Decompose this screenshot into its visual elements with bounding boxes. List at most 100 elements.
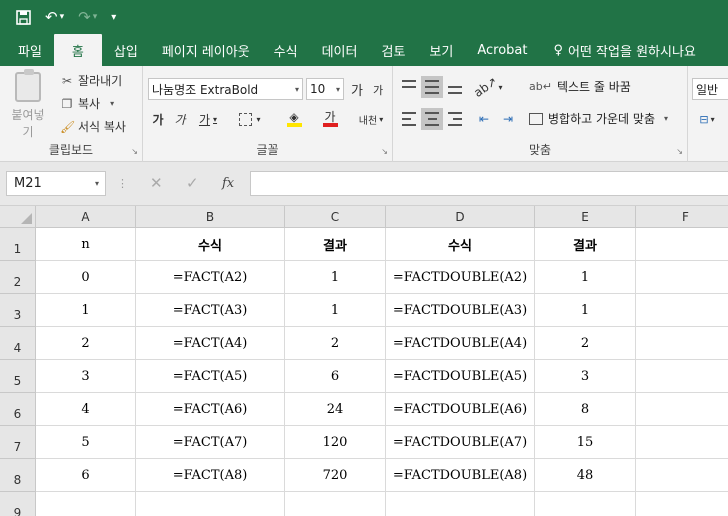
undo-icon[interactable]: ↶ ▾	[45, 8, 64, 26]
row-header[interactable]: 2	[0, 261, 36, 294]
cell[interactable]: =FACTDOUBLE(A5)	[386, 360, 535, 393]
format-painter-button[interactable]: 🖌 서식 복사	[60, 118, 126, 135]
number-format-select[interactable]: 일반	[692, 78, 728, 100]
row-header[interactable]: 3	[0, 294, 36, 327]
cell[interactable]: =FACT(A7)	[136, 426, 285, 459]
cancel-icon[interactable]: ✕	[150, 174, 163, 192]
fill-color-button[interactable]: ◈	[277, 108, 311, 130]
redo-icon[interactable]: ↷ ▾	[78, 8, 97, 26]
font-color-button[interactable]: 가	[313, 108, 347, 130]
row-header[interactable]: 9	[0, 492, 36, 516]
cell[interactable]	[636, 459, 728, 492]
cell[interactable]: =FACTDOUBLE(A3)	[386, 294, 535, 327]
cell[interactable]: 3	[36, 360, 136, 393]
tab-view[interactable]: 보기	[417, 34, 465, 66]
font-size-select[interactable]: 10 ▾	[306, 78, 344, 100]
cell[interactable]: 3	[535, 360, 636, 393]
align-left-button[interactable]	[398, 108, 420, 130]
cell[interactable]	[285, 492, 386, 516]
column-header-f[interactable]: F	[636, 206, 728, 228]
cell[interactable]: 2	[36, 327, 136, 360]
chevron-down-icon[interactable]: ▾	[110, 99, 114, 108]
tab-acrobat[interactable]: Acrobat	[465, 34, 539, 66]
italic-button[interactable]: 가	[170, 108, 190, 130]
cell[interactable]	[636, 327, 728, 360]
enter-icon[interactable]: ✓	[186, 174, 199, 192]
cell[interactable]: 1	[535, 294, 636, 327]
column-header-e[interactable]: E	[535, 206, 636, 228]
cell[interactable]: =FACT(A2)	[136, 261, 285, 294]
align-middle-button[interactable]	[421, 76, 443, 98]
tab-review[interactable]: 검토	[369, 34, 417, 66]
cell[interactable]: 120	[285, 426, 386, 459]
tell-me-search[interactable]: ♀ 어떤 작업을 원하시나요	[539, 34, 707, 66]
row-header[interactable]: 5	[0, 360, 36, 393]
cell[interactable]: =FACTDOUBLE(A7)	[386, 426, 535, 459]
name-box[interactable]: M21 ▾	[6, 171, 106, 196]
row-header[interactable]: 6	[0, 393, 36, 426]
cell[interactable]: 8	[535, 393, 636, 426]
tab-home[interactable]: 홈	[53, 34, 102, 66]
cell[interactable]: =FACT(A6)	[136, 393, 285, 426]
cell[interactable]	[535, 492, 636, 516]
paste-button[interactable]: 붙여넣기	[6, 69, 50, 140]
cell[interactable]: 48	[535, 459, 636, 492]
cell[interactable]	[636, 228, 728, 261]
tab-file[interactable]: 파일	[6, 34, 54, 66]
insert-function-icon[interactable]: fx	[222, 176, 234, 191]
align-top-button[interactable]	[398, 76, 420, 98]
cell[interactable]: 1	[36, 294, 136, 327]
cell[interactable]	[36, 492, 136, 516]
formula-bar-splitter[interactable]: ⋮	[117, 177, 128, 190]
formula-input[interactable]	[250, 171, 728, 196]
cell[interactable]	[636, 393, 728, 426]
cell[interactable]: 4	[36, 393, 136, 426]
tab-formulas[interactable]: 수식	[262, 34, 310, 66]
save-icon[interactable]	[16, 9, 31, 25]
cell[interactable]: n	[36, 228, 136, 261]
cell[interactable]: 1	[285, 261, 386, 294]
bold-button[interactable]: 가	[148, 108, 168, 130]
column-header-d[interactable]: D	[386, 206, 535, 228]
accounting-format-button[interactable]: ⊟ ▾	[692, 108, 722, 130]
row-header[interactable]: 7	[0, 426, 36, 459]
cell[interactable]: =FACTDOUBLE(A8)	[386, 459, 535, 492]
cell[interactable]: 24	[285, 393, 386, 426]
dialog-launcher-icon[interactable]: ↘	[381, 147, 388, 156]
chevron-down-icon[interactable]: ▾	[664, 114, 668, 123]
cell[interactable]: 수식	[386, 228, 535, 261]
cell[interactable]	[636, 360, 728, 393]
tab-insert[interactable]: 삽입	[102, 34, 150, 66]
orientation-button[interactable]: ab↗ ▾	[472, 74, 503, 100]
row-header[interactable]: 1	[0, 228, 36, 261]
cell[interactable]	[136, 492, 285, 516]
font-name-select[interactable]: 나눔명조 ExtraBold ▾	[148, 78, 303, 100]
align-center-button[interactable]	[421, 108, 443, 130]
merge-center-button[interactable]: 병합하고 가운데 맞춤 ▾	[529, 110, 668, 127]
cell[interactable]: =FACT(A3)	[136, 294, 285, 327]
cell[interactable]: =FACT(A4)	[136, 327, 285, 360]
column-header-c[interactable]: C	[285, 206, 386, 228]
cell[interactable]: 2	[285, 327, 386, 360]
cell[interactable]: 결과	[535, 228, 636, 261]
tab-data[interactable]: 데이터	[310, 34, 370, 66]
cell[interactable]: =FACTDOUBLE(A2)	[386, 261, 535, 294]
column-header-b[interactable]: B	[136, 206, 285, 228]
column-header-a[interactable]: A	[36, 206, 136, 228]
cell[interactable]: 6	[36, 459, 136, 492]
cell[interactable]	[636, 294, 728, 327]
cell[interactable]	[636, 426, 728, 459]
cell[interactable]: 0	[36, 261, 136, 294]
cut-button[interactable]: ✂ 잘라내기	[60, 72, 122, 89]
underline-button[interactable]: 가 ▾	[193, 108, 223, 130]
row-header[interactable]: 4	[0, 327, 36, 360]
cell[interactable]	[636, 261, 728, 294]
cell[interactable]	[636, 492, 728, 516]
customize-qat-icon[interactable]: ▾	[111, 12, 116, 23]
cell[interactable]: =FACT(A8)	[136, 459, 285, 492]
borders-button[interactable]: ▾	[233, 108, 267, 130]
grow-font-button[interactable]: 가	[348, 78, 366, 100]
increase-indent-button[interactable]: ⇥	[497, 108, 519, 130]
cell[interactable]: 수식	[136, 228, 285, 261]
tab-page-layout[interactable]: 페이지 레이아웃	[150, 34, 262, 66]
